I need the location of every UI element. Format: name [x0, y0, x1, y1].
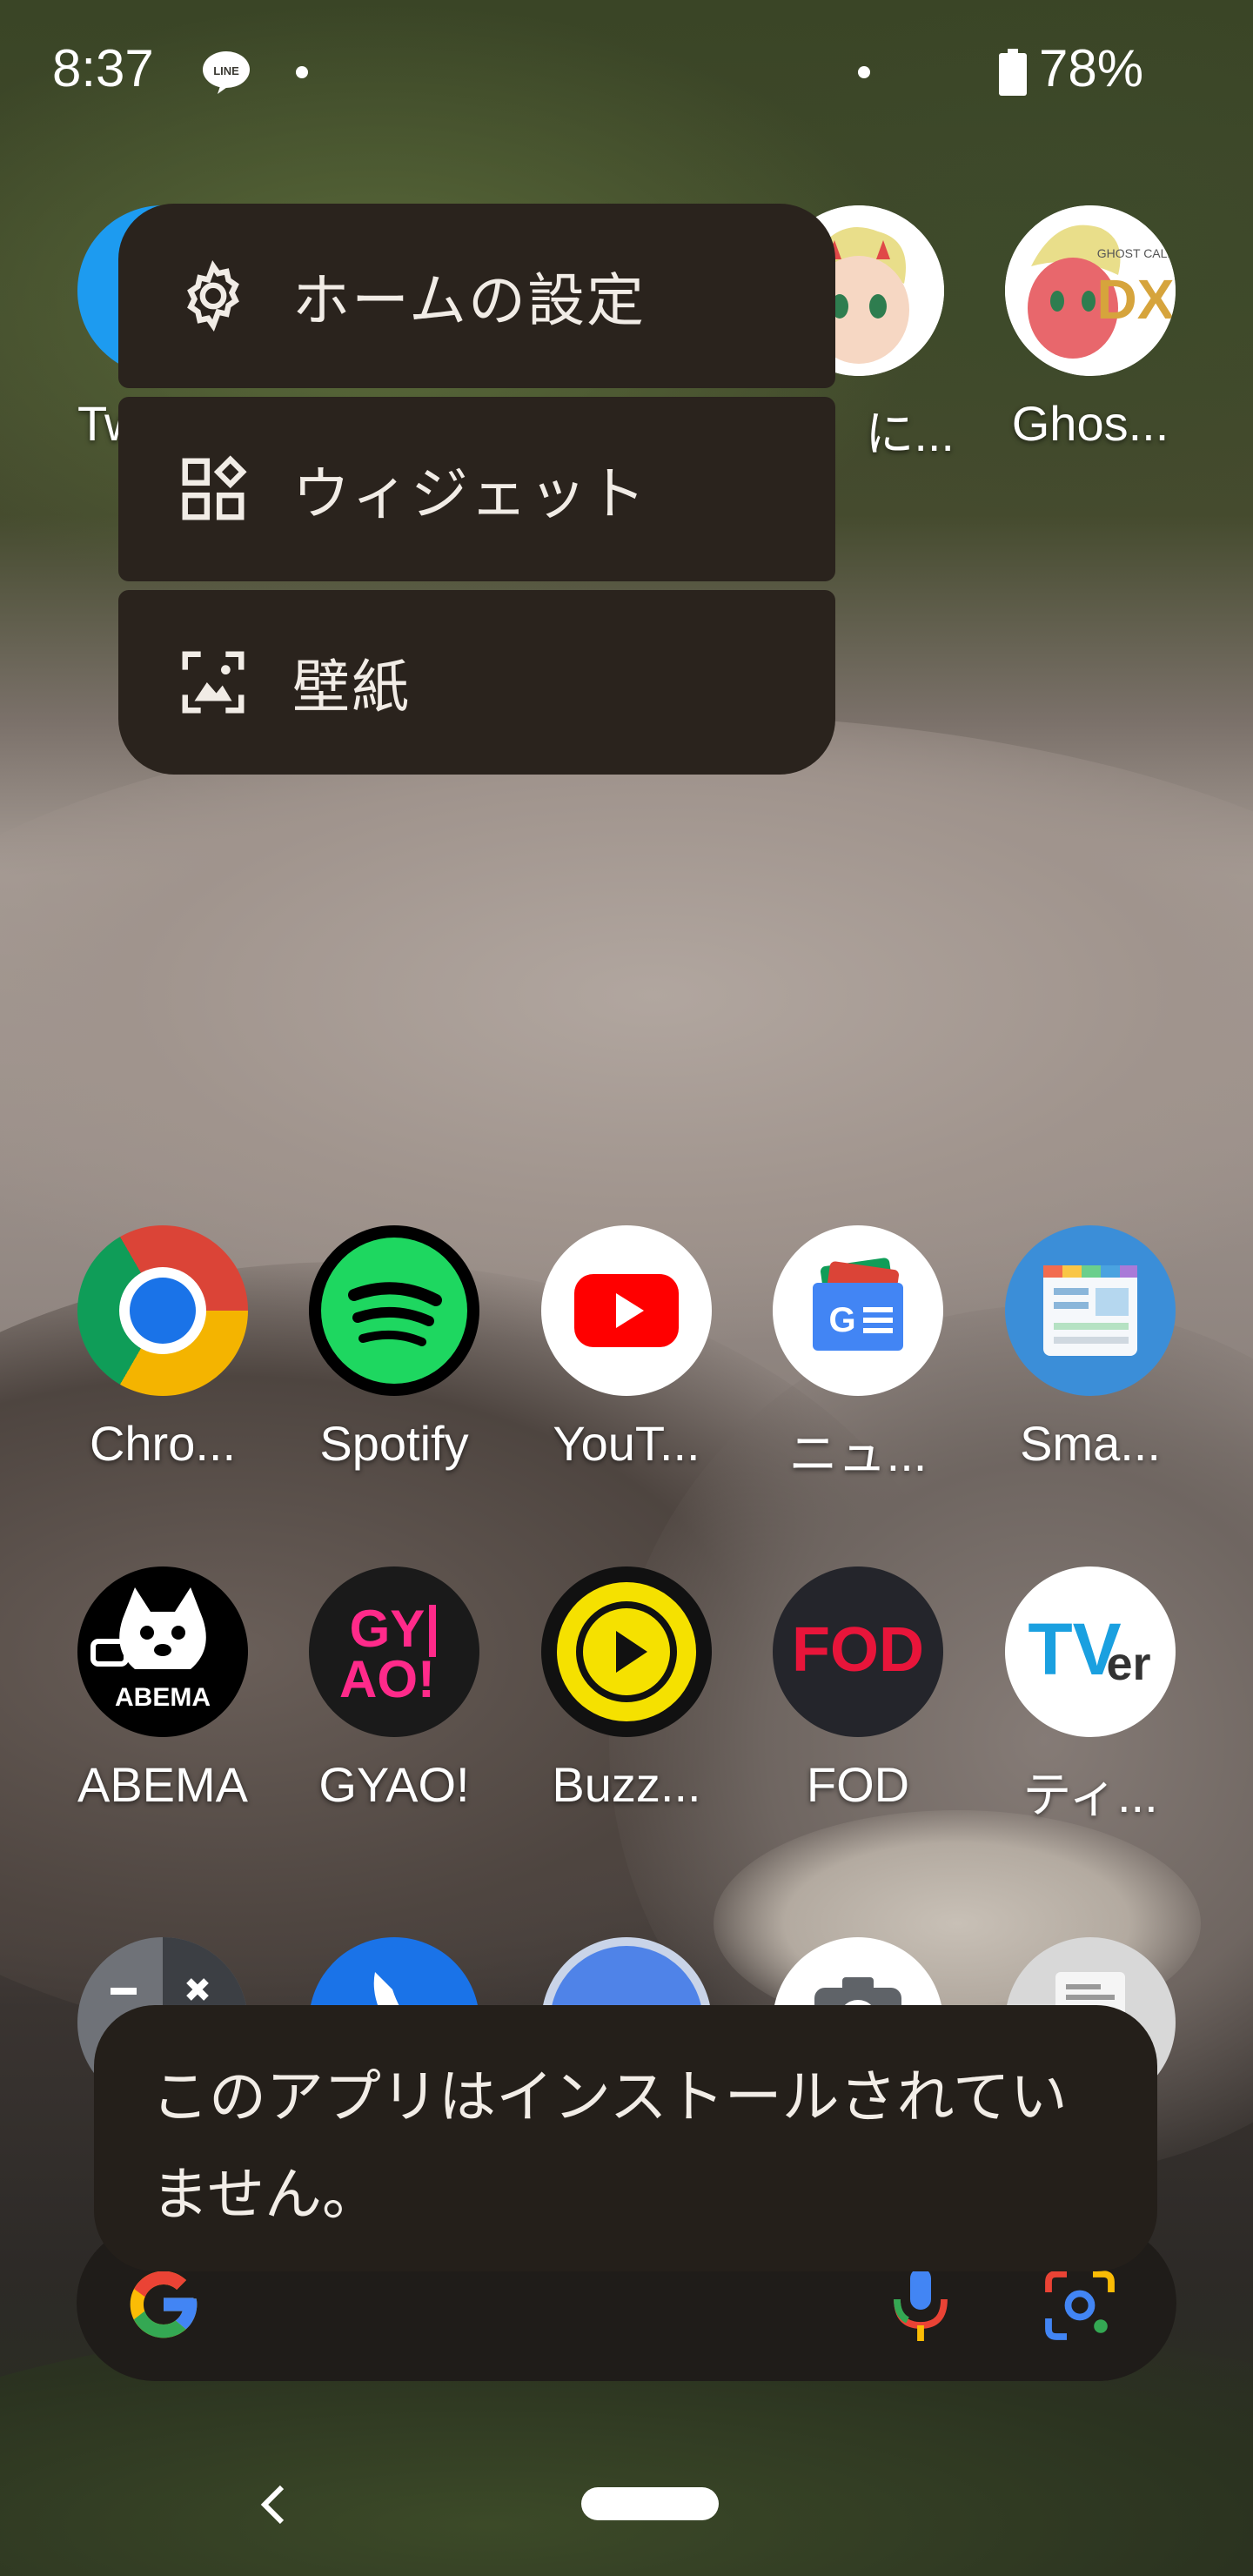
menu-item-home-settings[interactable]: ホームの設定: [118, 204, 835, 388]
status-bar: 8:37 LINE 78%: [0, 0, 1253, 148]
app-gyao[interactable]: GY AO! GYAO!: [281, 1566, 507, 1813]
notification-dot: [296, 66, 308, 78]
app-label: Sma...: [1020, 1416, 1161, 1471]
svg-text:LINE: LINE: [213, 64, 239, 77]
app-chrome[interactable]: Chro...: [50, 1225, 276, 1472]
battery-percent: 78%: [1039, 39, 1144, 97]
tver-icon: TV er: [1005, 1566, 1176, 1737]
gyao-icon: GY AO!: [309, 1566, 479, 1737]
app-label: GYAO!: [318, 1757, 470, 1812]
back-icon[interactable]: [258, 2480, 292, 2529]
app-label: ニュ...: [788, 1426, 928, 1481]
buzzvideo-icon: [541, 1566, 712, 1737]
app-label: Chro...: [89, 1416, 237, 1471]
mic-icon[interactable]: [884, 2263, 957, 2346]
abema-logo-text: ABEMA: [115, 1683, 211, 1712]
app-label: Ghos...: [1011, 396, 1169, 451]
app-label: Buzz...: [552, 1757, 701, 1812]
app-buzzvideo[interactable]: Buzz...: [513, 1566, 740, 1813]
svg-text:GY: GY: [350, 1600, 425, 1658]
svg-text:G: G: [828, 1301, 855, 1339]
home-pill-icon[interactable]: [581, 2487, 719, 2520]
google-lens-icon[interactable]: [1041, 2266, 1119, 2345]
ghost-call-dx-icon: GHOST CALL DX: [1005, 205, 1176, 376]
menu-item-label: ウィジェット: [292, 460, 647, 527]
app-google-news[interactable]: G ニュ...: [745, 1225, 971, 1486]
app-youtube[interactable]: YouT...: [513, 1225, 740, 1472]
spotify-icon: [309, 1225, 479, 1396]
menu-item-label: ホームの設定: [292, 267, 647, 334]
app-abema[interactable]: ABEMA ABEMA: [50, 1566, 276, 1813]
battery-icon: [999, 49, 1027, 96]
chrome-icon: [77, 1225, 248, 1396]
app-label: ABEMA: [77, 1757, 249, 1812]
app-spotify[interactable]: Spotify: [281, 1225, 507, 1472]
menu-item-label: 壁紙: [292, 654, 411, 721]
google-news-icon: G: [773, 1225, 943, 1396]
smartnews-icon: [1005, 1225, 1176, 1396]
app-label: ティ...: [1022, 1768, 1158, 1822]
app-fod[interactable]: FOD FOD: [745, 1566, 971, 1813]
fod-icon: FOD: [773, 1566, 943, 1737]
app-label: Spotify: [319, 1416, 469, 1471]
app-label: YouT...: [553, 1416, 700, 1471]
status-dot: [858, 66, 870, 78]
app-smartnews[interactable]: Sma...: [977, 1225, 1203, 1472]
toast: このアプリはインストールされていません。: [94, 2005, 1157, 2271]
line-icon: LINE: [203, 51, 250, 94]
svg-text:GHOST CALL: GHOST CALL: [1097, 246, 1175, 260]
svg-text:FOD: FOD: [792, 1615, 924, 1685]
app-label: FOD: [806, 1757, 910, 1812]
youtube-icon: [541, 1225, 712, 1396]
google-g-icon: [130, 2271, 198, 2338]
clock: 8:37: [52, 39, 154, 97]
menu-item-wallpaper[interactable]: 壁紙: [118, 590, 835, 775]
svg-text:DX: DX: [1097, 268, 1175, 331]
svg-text:er: er: [1106, 1638, 1150, 1690]
wallpaper-icon: [182, 651, 245, 714]
svg-text:AO!: AO!: [339, 1650, 435, 1708]
context-menu: ホームの設定 ウィジェット 壁紙: [118, 204, 835, 775]
toast-message: このアプリはインストールされていません。: [151, 2063, 1068, 2228]
gear-icon: [187, 260, 239, 332]
app-ghost-call-dx[interactable]: GHOST CALL DX Ghos...: [977, 205, 1203, 452]
menu-item-widgets[interactable]: ウィジェット: [118, 397, 835, 581]
widgets-icon: [182, 455, 247, 520]
app-tver[interactable]: TV er ティ...: [977, 1566, 1203, 1827]
abema-icon: ABEMA: [77, 1566, 248, 1737]
